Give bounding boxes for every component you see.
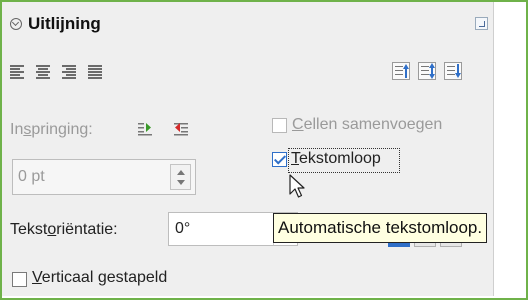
alignment-panel: Uitlijning Inspringing: 0 pt Cellen same… (2, 2, 494, 296)
merge-cells-label: Cellen samenvoegen (292, 116, 443, 133)
text-orientation-label: Tekstoriëntatie: (10, 221, 118, 238)
indent-spinbox[interactable]: 0 pt (12, 159, 196, 195)
panel-title: Uitlijning (28, 14, 101, 33)
collapse-circle-icon[interactable] (10, 18, 22, 30)
panel-header[interactable]: Uitlijning (10, 12, 101, 36)
align-center-icon[interactable] (36, 64, 52, 79)
align-top-icon[interactable] (392, 62, 410, 80)
wrap-text-checkbox[interactable] (272, 152, 287, 167)
decrease-indent-icon[interactable] (174, 122, 188, 136)
wrap-text-label[interactable]: Tekstomloop (291, 150, 381, 168)
indent-spin-buttons[interactable] (170, 164, 191, 190)
align-bottom-icon[interactable] (444, 62, 462, 80)
align-justify-icon[interactable] (88, 64, 104, 79)
more-options-icon[interactable] (475, 17, 488, 30)
indent-label: Inspringing: (10, 121, 93, 138)
vertical-stacked-checkbox[interactable] (12, 272, 27, 287)
align-vertical-center-icon[interactable] (418, 62, 436, 80)
align-right-icon[interactable] (62, 64, 78, 79)
merge-cells-checkbox[interactable] (272, 118, 287, 133)
wrap-text-tooltip: Automatische tekstomloop. (273, 213, 488, 243)
align-left-icon[interactable] (10, 64, 26, 79)
increase-indent-icon[interactable] (138, 122, 152, 136)
spin-down-icon[interactable] (177, 180, 185, 185)
mouse-pointer-icon (289, 174, 305, 198)
vertical-stacked-label[interactable]: Verticaal gestapeld (32, 269, 167, 287)
orientation-value: 0° (175, 220, 191, 237)
indent-value: 0 pt (18, 168, 45, 185)
spin-up-icon[interactable] (177, 170, 185, 175)
